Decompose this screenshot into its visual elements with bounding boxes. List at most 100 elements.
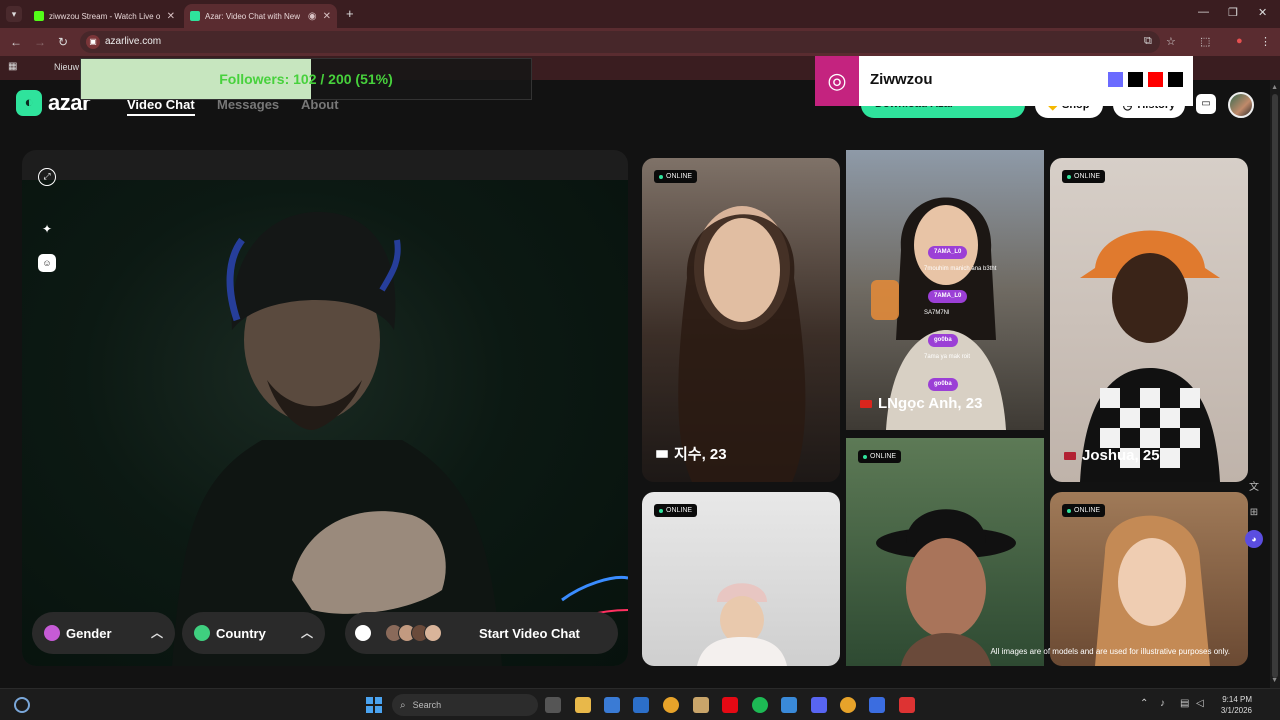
- gallery-card[interactable]: ONLINE Joshua, 25: [1050, 158, 1248, 482]
- profile-icon[interactable]: ●: [1236, 35, 1243, 47]
- chat-username: 7AMA_L0: [928, 246, 968, 259]
- country-label: Country: [216, 625, 266, 641]
- windows-taskbar: ⌕ Search ⌃ ♪ ▤ ◁ 9:14 PM 3/1/2026: [0, 688, 1280, 720]
- close-window-icon[interactable]: ✕: [1258, 6, 1267, 19]
- azar-logo-icon: ◐: [16, 90, 42, 116]
- globe-icon: [194, 625, 210, 641]
- grid-icon[interactable]: ⊞: [1246, 505, 1262, 521]
- face-filter-icon[interactable]: ☺: [38, 254, 56, 272]
- restore-icon[interactable]: ❐: [1228, 6, 1238, 19]
- gallery-card[interactable]: 7AMA_L0 7mouhim manich ana b3tht 7AMA_L0…: [846, 150, 1044, 430]
- model-photo: [1080, 230, 1220, 482]
- taskbar-clock[interactable]: 9:14 PM 3/1/2026: [1212, 694, 1252, 716]
- network-icon[interactable]: ▤: [1180, 698, 1189, 709]
- gallery-disclaimer: All images are of models and are used fo…: [990, 647, 1230, 656]
- app-record-icon[interactable]: [899, 697, 915, 713]
- tab-title: ziwwzou Stream - Watch Live o: [49, 11, 161, 21]
- expand-icon[interactable]: ⤢: [38, 168, 56, 186]
- model-photo: [678, 206, 806, 482]
- translate-icon[interactable]: 文: [1246, 480, 1262, 496]
- microphone-icon[interactable]: ♪: [1160, 698, 1165, 709]
- tab-search-icon[interactable]: ▾: [6, 6, 22, 22]
- scroll-up-icon[interactable]: ▲: [1271, 84, 1278, 91]
- online-badge: ONLINE: [654, 504, 698, 517]
- recording-icon: ◉: [307, 10, 317, 22]
- store-icon[interactable]: [604, 697, 620, 713]
- gallery-card[interactable]: ONLINE: [846, 438, 1044, 666]
- chrome-profile-icon[interactable]: [840, 697, 856, 713]
- bookmark-item[interactable]: Nieuw: [54, 62, 79, 72]
- minimize-icon[interactable]: —: [1198, 6, 1209, 18]
- outlook-icon[interactable]: [633, 697, 649, 713]
- color-swatch: [1128, 72, 1143, 87]
- magic-wand-icon[interactable]: ✦: [38, 220, 56, 238]
- scroll-down-icon[interactable]: ▼: [1271, 677, 1278, 684]
- webcam-figure-image: [172, 211, 628, 666]
- app-icon[interactable]: [781, 697, 797, 713]
- gallery-card[interactable]: ONLINE: [1050, 492, 1248, 666]
- tray-chevron-icon[interactable]: ⌃: [1140, 698, 1148, 709]
- online-label: ONLINE: [666, 173, 693, 180]
- widgets-icon[interactable]: [14, 697, 30, 713]
- chat-message: 7ama ya mak roit: [924, 354, 971, 360]
- azar-logo[interactable]: ◐ azar: [16, 90, 91, 116]
- address-text[interactable]: azarlive.com: [105, 36, 161, 47]
- discord-taskbar-icon[interactable]: [811, 697, 827, 713]
- shield-app-icon[interactable]: [693, 697, 709, 713]
- volume-icon[interactable]: ◁: [1196, 698, 1204, 709]
- online-badge: ONLINE: [1062, 170, 1106, 183]
- start-button[interactable]: [366, 697, 382, 713]
- flag-kr-icon: [656, 449, 668, 458]
- new-tab-button[interactable]: +: [346, 6, 354, 21]
- start-video-chat-button[interactable]: Start Video Chat: [345, 612, 618, 654]
- gallery-card[interactable]: ONLINE 지수, 23: [642, 158, 840, 482]
- country-filter-button[interactable]: Country ︿: [182, 612, 325, 654]
- model-photo: [697, 583, 787, 666]
- gallery-card[interactable]: ONLINE: [642, 492, 840, 666]
- gender-filter-button[interactable]: Gender ︿: [32, 612, 175, 654]
- chat-message: SA7M7Nl: [924, 310, 950, 316]
- azar-page: ◐ azar Video Chat Messages About Downloa…: [0, 80, 1280, 688]
- arc-icon[interactable]: [869, 697, 885, 713]
- discord-icon[interactable]: ◕: [1245, 530, 1263, 548]
- spotify-icon[interactable]: [752, 697, 768, 713]
- user-avatar[interactable]: [1228, 92, 1254, 118]
- nav-active-underline: [127, 114, 195, 116]
- clock-time: 9:14 PM: [1222, 695, 1252, 704]
- bookmark-star-icon[interactable]: ☆: [1166, 35, 1176, 48]
- tab-title: Azar: Video Chat with New: [205, 11, 301, 21]
- flag-us-icon: [1064, 451, 1076, 460]
- task-view-icon[interactable]: [545, 697, 561, 713]
- taskbar-search[interactable]: ⌕ Search: [392, 694, 538, 716]
- close-tab-icon[interactable]: ✕: [323, 11, 331, 22]
- menu-kebab-icon[interactable]: ⋮: [1260, 35, 1271, 48]
- webcam-video: [22, 180, 628, 666]
- tab-azar-video-chat[interactable]: Azar: Video Chat with New ◉ ✕: [184, 4, 337, 28]
- extensions-icon[interactable]: ⬚: [1200, 35, 1210, 48]
- chevron-up-icon: ︿: [300, 626, 313, 640]
- reload-icon[interactable]: ↻: [58, 35, 68, 49]
- chrome-icon[interactable]: [663, 697, 679, 713]
- close-tab-icon[interactable]: ✕: [167, 11, 175, 22]
- online-label: ONLINE: [1074, 507, 1101, 514]
- back-icon[interactable]: ←: [10, 35, 22, 49]
- forward-icon[interactable]: →: [34, 35, 46, 49]
- address-bar[interactable]: ▣ azarlive.com: [80, 31, 1160, 53]
- card-name-text: Joshua, 25: [1082, 447, 1160, 464]
- online-dot-icon: [659, 174, 663, 179]
- camera-permission-icon[interactable]: ▣: [86, 35, 100, 49]
- tab-ziwwzou-stream[interactable]: ziwwzou Stream - Watch Live o ✕: [28, 4, 181, 28]
- apps-grid-icon[interactable]: ▦: [8, 61, 17, 72]
- browser-toolbar: ← → ↻ ▣ azarlive.com ⧉ ☆ ⬚ ● ⋮: [0, 28, 1280, 56]
- netflix-icon[interactable]: [722, 697, 738, 713]
- page-scrollbar[interactable]: ▲ ▼: [1270, 80, 1280, 688]
- inbox-icon[interactable]: ▭: [1196, 94, 1216, 114]
- online-badge: ONLINE: [654, 170, 698, 183]
- file-explorer-icon[interactable]: [575, 697, 591, 713]
- chat-username: go0ba: [928, 378, 958, 391]
- scroll-thumb[interactable]: [1272, 94, 1278, 678]
- right-tools: 文 ⊞ ◕: [1245, 480, 1263, 548]
- online-label: ONLINE: [666, 507, 693, 514]
- install-app-icon[interactable]: ⧉: [1144, 35, 1152, 48]
- search-icon: ⌕: [400, 699, 406, 711]
